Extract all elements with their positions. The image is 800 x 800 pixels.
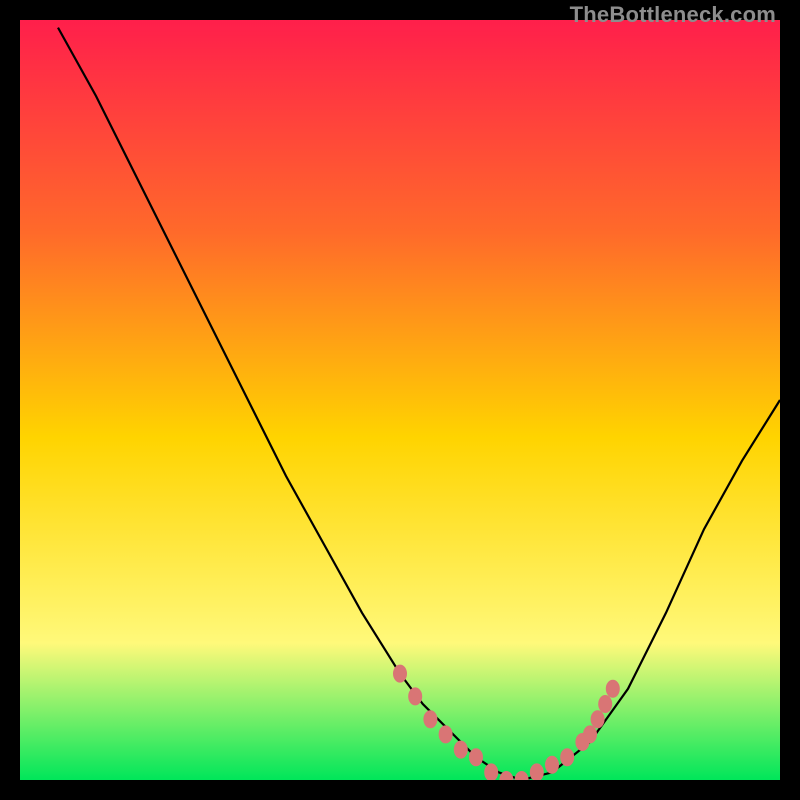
marker-point <box>598 695 612 713</box>
chart-frame <box>20 20 780 780</box>
marker-point <box>393 665 407 683</box>
marker-point <box>454 741 468 759</box>
watermark-text: TheBottleneck.com <box>570 2 776 28</box>
marker-point <box>545 756 559 774</box>
marker-point <box>560 748 574 766</box>
marker-point <box>469 748 483 766</box>
marker-point <box>408 687 422 705</box>
bottleneck-plot <box>20 20 780 780</box>
marker-point <box>439 725 453 743</box>
marker-point <box>591 710 605 728</box>
marker-point <box>423 710 437 728</box>
marker-point <box>606 680 620 698</box>
marker-point <box>583 725 597 743</box>
